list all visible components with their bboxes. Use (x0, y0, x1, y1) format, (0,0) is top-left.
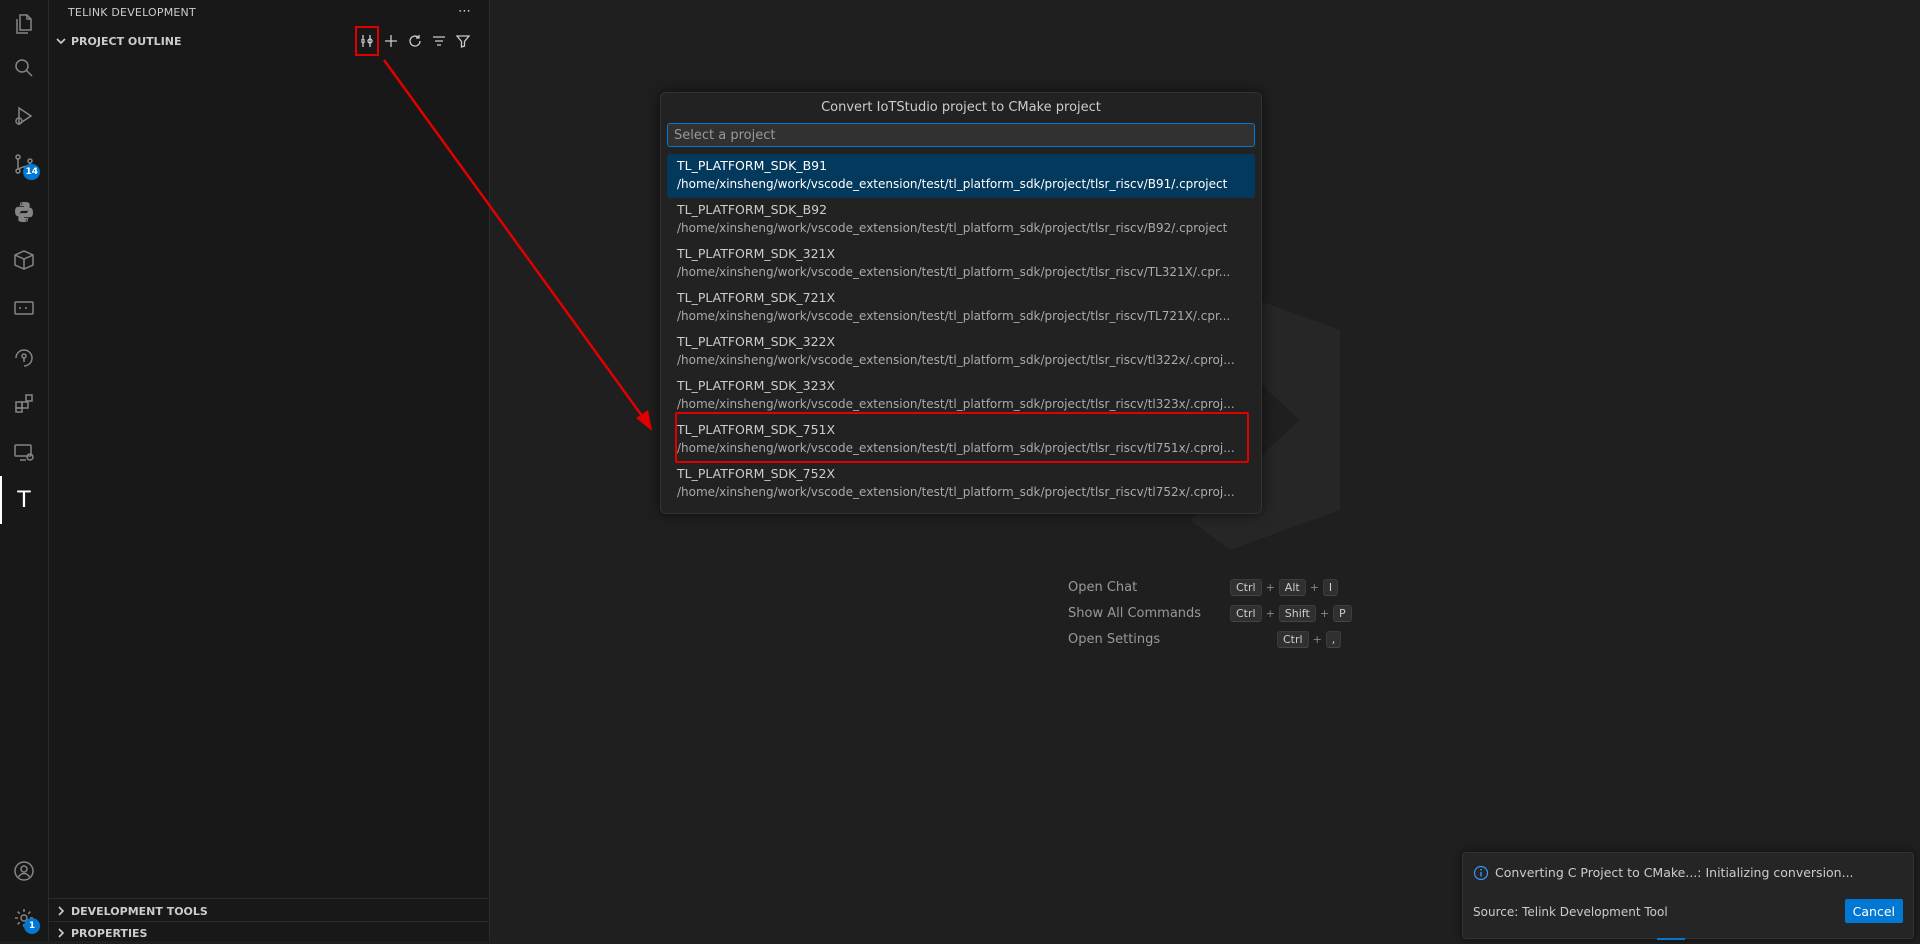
shortcut-label: Show All Commands (1068, 605, 1202, 621)
sidebar: TELINK DEVELOPMENT ⋯ PROJECT OUTLINE DEV… (49, 0, 490, 941)
python-icon[interactable] (0, 188, 48, 236)
divider (49, 898, 489, 899)
extensions-icon[interactable] (0, 380, 48, 428)
project-name: TL_PLATFORM_SDK_721X (677, 290, 836, 305)
highlight-box (355, 26, 379, 56)
shortcut-label: Open Chat (1068, 579, 1138, 595)
sidebar-title: TELINK DEVELOPMENT (68, 6, 196, 19)
key: I (1322, 578, 1339, 596)
more-actions-icon[interactable]: ⋯ (458, 4, 471, 19)
packages-icon[interactable] (0, 236, 48, 284)
shortcut-open-settings: Open Settings Ctrl + , (1068, 626, 1352, 652)
key: Alt (1278, 578, 1306, 596)
shortcut-show-all-commands: Show All Commands Ctrl + Shift + P (1068, 600, 1352, 626)
notification-source: Source: Telink Development Tool (1473, 905, 1668, 919)
telink-icon[interactable]: T (0, 476, 48, 524)
cancel-button[interactable]: Cancel (1844, 899, 1903, 923)
progress-notification: Converting C Project to CMake...: Initia… (1462, 852, 1914, 940)
chevron-right-icon (53, 925, 69, 941)
key: Ctrl (1230, 604, 1262, 622)
account-icon[interactable] (0, 847, 48, 895)
project-path: /home/xinsheng/work/vscode_extension/tes… (677, 177, 1228, 191)
run-debug-icon[interactable] (0, 92, 48, 140)
progress-indicator (1657, 938, 1685, 940)
refresh-icon[interactable] (403, 29, 427, 53)
project-name: TL_PLATFORM_SDK_322X (677, 334, 836, 349)
project-item[interactable]: TL_PLATFORM_SDK_721X /home/xinsheng/work… (667, 286, 1255, 330)
project-name: TL_PLATFORM_SDK_752X (677, 466, 836, 481)
development-tools-header[interactable]: DEVELOPMENT TOOLS (49, 900, 489, 922)
remote-explorer-icon[interactable] (0, 428, 48, 476)
project-path: /home/xinsheng/work/vscode_extension/tes… (677, 397, 1235, 411)
key: P (1333, 604, 1352, 622)
development-tools-label: DEVELOPMENT TOOLS (71, 904, 208, 918)
project-item[interactable]: TL_PLATFORM_SDK_B92 /home/xinsheng/work/… (667, 198, 1255, 242)
project-name: TL_PLATFORM_SDK_321X (677, 246, 836, 261)
notification-message: Converting C Project to CMake...: Initia… (1495, 865, 1854, 880)
remote-icon[interactable] (0, 332, 48, 380)
filter-icon[interactable] (451, 29, 475, 53)
project-path: /home/xinsheng/work/vscode_extension/tes… (677, 353, 1235, 367)
project-path: /home/xinsheng/work/vscode_extension/tes… (677, 485, 1235, 499)
properties-label: PROPERTIES (71, 926, 148, 940)
shortcut-hints: Open Chat Ctrl + Alt + I Show All Commands… (1068, 574, 1352, 652)
chevron-down-icon (53, 33, 69, 49)
project-item[interactable]: TL_PLATFORM_SDK_322X /home/xinsheng/work… (667, 330, 1255, 374)
project-path: /home/xinsheng/work/vscode_extension/tes… (677, 221, 1228, 235)
highlight-box (675, 412, 1249, 463)
project-name: TL_PLATFORM_SDK_B92 (677, 202, 828, 217)
key: Shift (1278, 604, 1316, 622)
project-path: /home/xinsheng/work/vscode_extension/tes… (677, 265, 1231, 279)
settings-badge: 1 (24, 918, 40, 934)
activity-bar: 14 T 1 (0, 0, 49, 941)
project-outline-label: PROJECT OUTLINE (71, 34, 182, 48)
chevron-right-icon (53, 903, 69, 919)
filter-lines-icon[interactable] (427, 29, 451, 53)
shortcut-label: Open Settings (1068, 631, 1161, 647)
project-path: /home/xinsheng/work/vscode_extension/tes… (677, 309, 1231, 323)
project-item[interactable]: TL_PLATFORM_SDK_B91 /home/xinsheng/work/… (667, 154, 1255, 198)
project-name: TL_PLATFORM_SDK_B91 (677, 158, 828, 173)
shortcut-open-chat: Open Chat Ctrl + Alt + I (1068, 574, 1352, 600)
search-icon[interactable] (0, 44, 48, 92)
info-icon (1473, 865, 1489, 881)
explorer-icon[interactable] (0, 0, 48, 48)
terminal-icon[interactable] (0, 284, 48, 332)
key: , (1325, 630, 1342, 648)
quick-pick-title: Convert IoTStudio project to CMake proje… (821, 100, 1101, 115)
source-control-icon[interactable]: 14 (0, 140, 48, 188)
project-name: TL_PLATFORM_SDK_323X (677, 378, 836, 393)
project-item[interactable]: TL_PLATFORM_SDK_321X /home/xinsheng/work… (667, 242, 1255, 286)
source-control-badge: 14 (23, 164, 40, 180)
key: Ctrl (1230, 578, 1262, 596)
key: Ctrl (1277, 630, 1309, 648)
project-search-input[interactable] (667, 123, 1255, 147)
project-item[interactable]: TL_PLATFORM_SDK_752X /home/xinsheng/work… (667, 462, 1255, 506)
add-icon[interactable] (379, 29, 403, 53)
gear-icon[interactable]: 1 (0, 894, 48, 942)
